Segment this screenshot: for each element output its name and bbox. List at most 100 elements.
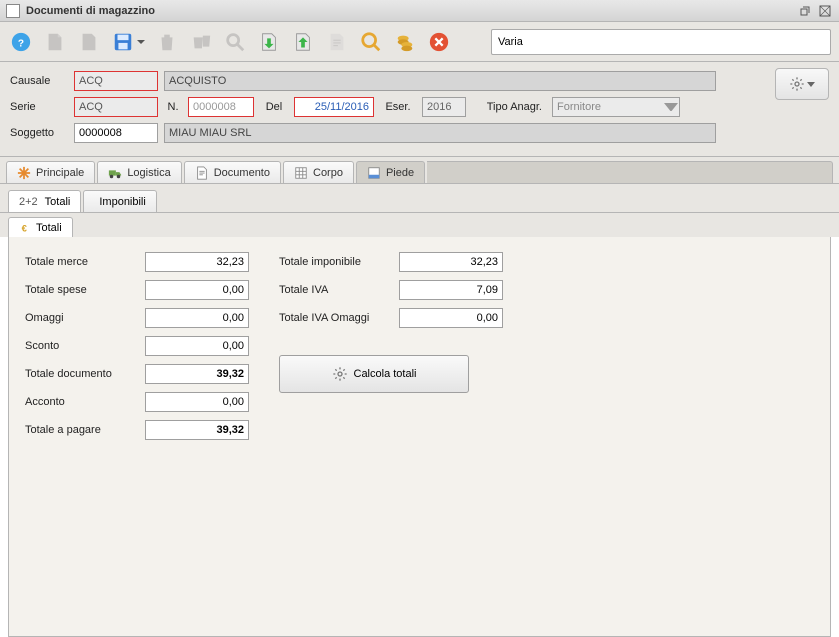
toolbar-search-wrap: [460, 29, 831, 55]
del-input[interactable]: [294, 97, 374, 117]
tab-logistica[interactable]: Logistica: [97, 161, 181, 183]
svg-text:€: €: [22, 222, 28, 233]
tabs1-filler: [427, 161, 833, 183]
search-button[interactable]: [222, 28, 248, 56]
serie-input[interactable]: [74, 97, 158, 117]
sconto-label: Sconto: [25, 340, 137, 352]
tab-principale[interactable]: Principale: [6, 161, 95, 183]
tab-documento[interactable]: Documento: [184, 161, 281, 183]
tab-label: Logistica: [127, 167, 170, 179]
export-button[interactable]: [290, 28, 316, 56]
tab-totali[interactable]: 2+2 Totali: [8, 190, 81, 212]
document-icon: [195, 166, 209, 180]
totals-left-column: Totale merce Totale spese Omaggi Sconto …: [25, 251, 249, 441]
acconto-label: Acconto: [25, 396, 137, 408]
tipo-anagr-value: [552, 97, 680, 117]
tab-imponibili[interactable]: Imponibili: [83, 190, 156, 212]
omaggi-label: Omaggi: [25, 312, 137, 324]
calcola-totali-button[interactable]: Calcola totali: [279, 355, 469, 393]
causale-input[interactable]: [74, 71, 158, 91]
totale-imponibile-label: Totale imponibile: [279, 256, 391, 268]
titlebar: Documenti di magazzino: [0, 0, 839, 22]
window-title: Documenti di magazzino: [26, 5, 793, 17]
tipo-anagr-label: Tipo Anagr.: [472, 101, 546, 113]
chevron-down-icon: [807, 78, 815, 90]
chevron-down-icon: [664, 100, 678, 114]
grid-icon: [294, 166, 308, 180]
totale-merce-label: Totale merce: [25, 256, 137, 268]
help-button[interactable]: ?: [8, 28, 34, 56]
del-label: Del: [260, 101, 288, 113]
eser-label: Eser.: [380, 101, 416, 113]
totale-documento-label: Totale documento: [25, 368, 137, 380]
save-button[interactable]: [110, 28, 136, 56]
omaggi-input[interactable]: [145, 308, 249, 328]
acconto-input[interactable]: [145, 392, 249, 412]
save-dropdown-caret[interactable]: [136, 28, 146, 56]
footer-icon: [367, 166, 381, 180]
n-label: N.: [164, 101, 182, 113]
totale-pagare-label: Totale a pagare: [25, 424, 137, 436]
totale-merce-input[interactable]: [145, 252, 249, 272]
tab-label: Principale: [36, 167, 84, 179]
truck-icon: [108, 166, 122, 180]
toolbar: ?: [0, 22, 839, 62]
totale-spese-input[interactable]: [145, 280, 249, 300]
tab-totali-inner[interactable]: € Totali: [8, 217, 73, 237]
delete-multi-button[interactable]: [188, 28, 214, 56]
window-restore-button[interactable]: [797, 3, 813, 19]
import-button[interactable]: [256, 28, 282, 56]
tabs-level1: Principale Logistica Documento Corpo Pie…: [0, 157, 839, 184]
tabs-level3: € Totali: [0, 213, 839, 237]
sconto-input[interactable]: [145, 336, 249, 356]
tab-totali-prefix: 2+2: [19, 196, 38, 208]
totals-right-column: Totale imponibile Totale IVA Totale IVA …: [279, 251, 503, 441]
tipo-anagr-combo[interactable]: [552, 97, 680, 117]
totale-iva-omaggi-input[interactable]: [399, 308, 503, 328]
calcola-button-label: Calcola totali: [354, 368, 417, 380]
new-doc-button[interactable]: [42, 28, 68, 56]
svg-text:?: ?: [18, 38, 24, 49]
new-doc-alt-button[interactable]: [76, 28, 102, 56]
tab-label: Totali: [36, 222, 62, 234]
soggetto-code-input[interactable]: [74, 123, 158, 143]
tab-label: Documento: [214, 167, 270, 179]
totale-iva-label: Totale IVA: [279, 284, 391, 296]
window-maximize-button[interactable]: [817, 3, 833, 19]
coins-button[interactable]: [392, 28, 418, 56]
save-split-button[interactable]: [110, 28, 146, 56]
tab-piede[interactable]: Piede: [356, 161, 425, 183]
tabs-level2: 2+2 Totali Imponibili: [0, 184, 839, 213]
tab-label: Totali: [45, 196, 71, 208]
totals-panel: Totale merce Totale spese Omaggi Sconto …: [8, 237, 831, 637]
window-icon: [6, 4, 20, 18]
eser-input: [422, 97, 466, 117]
tab-label: Piede: [386, 167, 414, 179]
settings-dropdown-button[interactable]: [775, 68, 829, 100]
gear-icon: [332, 366, 348, 382]
causale-desc: [164, 71, 716, 91]
toolbar-search-input[interactable]: [491, 29, 831, 55]
totale-iva-input[interactable]: [399, 280, 503, 300]
totale-pagare-input[interactable]: [145, 420, 249, 440]
totale-spese-label: Totale spese: [25, 284, 137, 296]
tab-corpo[interactable]: Corpo: [283, 161, 354, 183]
header-form: Causale Serie N. Del Eser. Tipo Anagr. S…: [0, 62, 839, 157]
find-button[interactable]: [358, 28, 384, 56]
soggetto-name: [164, 123, 716, 143]
asterisk-icon: [17, 166, 31, 180]
totale-imponibile-input[interactable]: [399, 252, 503, 272]
causale-label: Causale: [10, 75, 68, 87]
euro-icon: €: [19, 222, 31, 234]
gear-icon: [789, 76, 805, 92]
delete-button[interactable]: [154, 28, 180, 56]
tab-label: Imponibili: [99, 196, 145, 208]
n-input[interactable]: [188, 97, 254, 117]
edit-doc-button[interactable]: [324, 28, 350, 56]
totale-iva-omaggi-label: Totale IVA Omaggi: [279, 312, 391, 324]
soggetto-label: Soggetto: [10, 127, 68, 139]
tab-label: Corpo: [313, 167, 343, 179]
close-button[interactable]: [426, 28, 452, 56]
serie-label: Serie: [10, 101, 68, 113]
totale-documento-input[interactable]: [145, 364, 249, 384]
